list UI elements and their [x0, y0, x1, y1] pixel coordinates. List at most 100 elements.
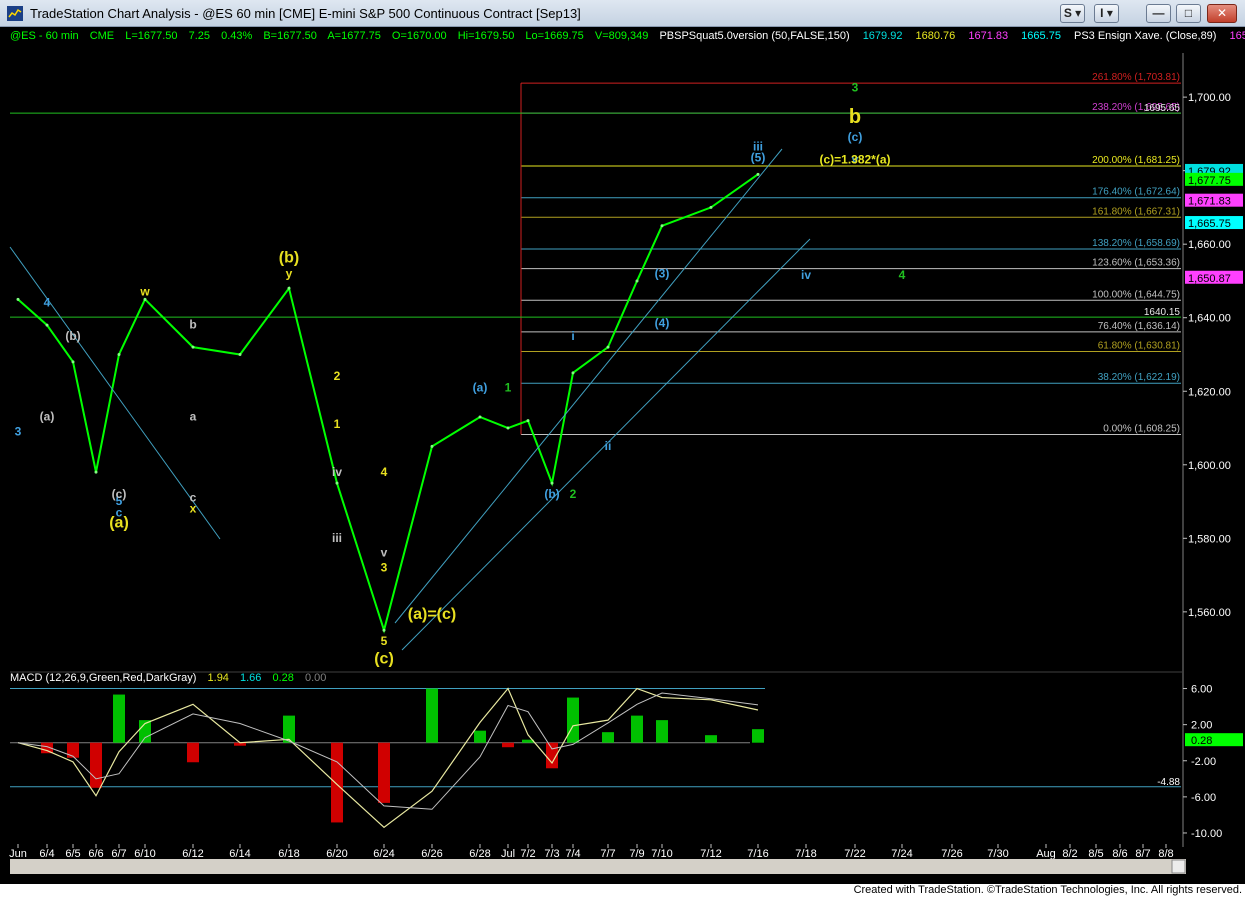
fib-level-label: 61.80% (1,630.81) [1098, 341, 1180, 352]
x-tick-label: 6/28 [469, 848, 490, 860]
horizontal-level-label: 1695.65 [1144, 103, 1181, 114]
wave-label: (b) [544, 487, 559, 501]
macd-tick-label: -2.00 [1191, 756, 1216, 768]
macd-value-4: 0.00 [305, 672, 326, 684]
wave-label: b [189, 318, 196, 332]
x-tick-label: 8/6 [1112, 848, 1127, 860]
wave-label: (b) [65, 329, 80, 343]
wave-label: iv [332, 465, 342, 479]
wave-label: (c) [848, 130, 863, 144]
wave-label: v [381, 546, 388, 560]
wave-label: 2 [570, 487, 577, 501]
wave-label: b [849, 106, 861, 128]
price-point [238, 352, 242, 356]
price-point [571, 371, 575, 375]
macd-histogram-bar [752, 729, 764, 743]
price-point [635, 279, 639, 283]
header-change: 7.25 [189, 30, 210, 42]
chart-area[interactable]: @ES - 60 min CME L=1677.50 7.25 0.43% B=… [0, 27, 1245, 884]
close-button[interactable]: ✕ [1207, 4, 1237, 23]
wave-label: 4 [899, 268, 906, 282]
price-point [606, 345, 610, 349]
minimize-button[interactable]: — [1146, 4, 1171, 23]
channel-line [394, 148, 783, 624]
fib-level-label: 38.20% (1,622.19) [1098, 372, 1180, 383]
wave-label: (a) [473, 380, 488, 394]
header-study: PBSPSquat5.0version (50,FALSE,150) [659, 30, 849, 42]
horizontal-scrollbar[interactable] [10, 859, 1186, 874]
symbol-button[interactable]: S ▾ [1060, 4, 1085, 23]
wave-label: 4 [44, 296, 51, 310]
wave-label: (3) [655, 266, 670, 280]
price-pane: 1,700.001,680.001,660.001,640.001,620.00… [9, 53, 1243, 860]
y-tick-label: 1,560.00 [1188, 607, 1231, 619]
scrollbar-thumb[interactable] [1171, 859, 1186, 874]
wave-label: 5 [381, 634, 388, 648]
header-open: O=1670.00 [392, 30, 447, 42]
x-tick-label: 6/12 [182, 848, 203, 860]
x-tick-label: 7/9 [629, 848, 644, 860]
x-tick-label: 7/16 [747, 848, 768, 860]
fib-level-label: 0.00% (1,608.25) [1103, 423, 1180, 434]
price-chart[interactable]: @ES - 60 min CME L=1677.50 7.25 0.43% B=… [0, 27, 1245, 884]
price-point [430, 444, 434, 448]
x-tick-label: 6/26 [421, 848, 442, 860]
x-tick-label: 7/26 [941, 848, 962, 860]
y-tick-label: 1,620.00 [1188, 386, 1231, 398]
fib-level-label: 138.20% (1,658.69) [1092, 238, 1180, 249]
wave-label: 3 [852, 81, 859, 95]
header-value-2: 1680.76 [916, 30, 956, 42]
macd-tick-label: -6.00 [1191, 792, 1216, 804]
header-value-5: 1650.87 [1230, 30, 1245, 42]
wave-label: ii [605, 439, 612, 453]
macd-histogram-bar [502, 742, 514, 748]
macd-histogram-bar [90, 742, 102, 788]
x-tick-label: 6/14 [229, 848, 250, 860]
x-tick-label: 8/5 [1088, 848, 1103, 860]
price-point [660, 224, 664, 228]
wave-label: (5) [751, 150, 766, 164]
header-ask: A=1677.75 [327, 30, 381, 42]
x-tick-label: 7/4 [565, 848, 580, 860]
x-tick-label: Jun [9, 848, 27, 860]
wave-label: i [571, 329, 574, 343]
wave-label: (a)=(c) [408, 606, 456, 623]
macd-histogram-bar [67, 742, 79, 758]
x-tick-label: 7/2 [520, 848, 535, 860]
x-tick-label: 7/7 [600, 848, 615, 860]
wave-label: 4 [381, 465, 388, 479]
x-tick-label: 7/22 [844, 848, 865, 860]
y-tick-label: 1,660.00 [1188, 239, 1231, 251]
indicator-button[interactable]: I ▾ [1094, 4, 1119, 23]
macd-histogram-bar [656, 720, 668, 743]
price-point [506, 426, 510, 430]
header-value-3: 1671.83 [968, 30, 1008, 42]
wave-label: 3 [15, 424, 22, 438]
macd-histogram-bar [283, 715, 295, 743]
header-bid: B=1677.50 [263, 30, 317, 42]
fib-level-label: 200.00% (1,681.25) [1092, 155, 1180, 166]
macd-histogram-bar [187, 742, 199, 763]
y-tick-label: 1,600.00 [1188, 460, 1231, 472]
macd-histogram-bar [631, 715, 643, 743]
price-point [45, 323, 49, 327]
x-tick-label: 8/8 [1158, 848, 1173, 860]
copyright-text: Created with TradeStation. ©TradeStation… [853, 884, 1242, 896]
wave-label: 1 [505, 380, 512, 394]
price-axis-tag-label: 1,650.87 [1188, 273, 1231, 285]
header-last: L=1677.50 [125, 30, 177, 42]
window-titlebar: TradeStation Chart Analysis - @ES 60 min… [0, 0, 1245, 27]
x-tick-label: 6/20 [326, 848, 347, 860]
price-point [756, 172, 760, 176]
price-point [71, 360, 75, 364]
x-tick-label: 7/24 [891, 848, 912, 860]
fib-level-label: 76.40% (1,636.14) [1098, 321, 1180, 332]
macd-tick-label: 2.00 [1191, 720, 1212, 732]
maximize-button[interactable]: □ [1176, 4, 1201, 23]
symbol-button-label: S [1063, 6, 1072, 20]
wave-label: (4) [655, 316, 670, 330]
x-tick-label: Jul [501, 848, 515, 860]
indicator-button-label: I [1100, 6, 1104, 20]
y-tick-label: 1,580.00 [1188, 533, 1231, 545]
macd-histogram-bar [113, 694, 125, 743]
